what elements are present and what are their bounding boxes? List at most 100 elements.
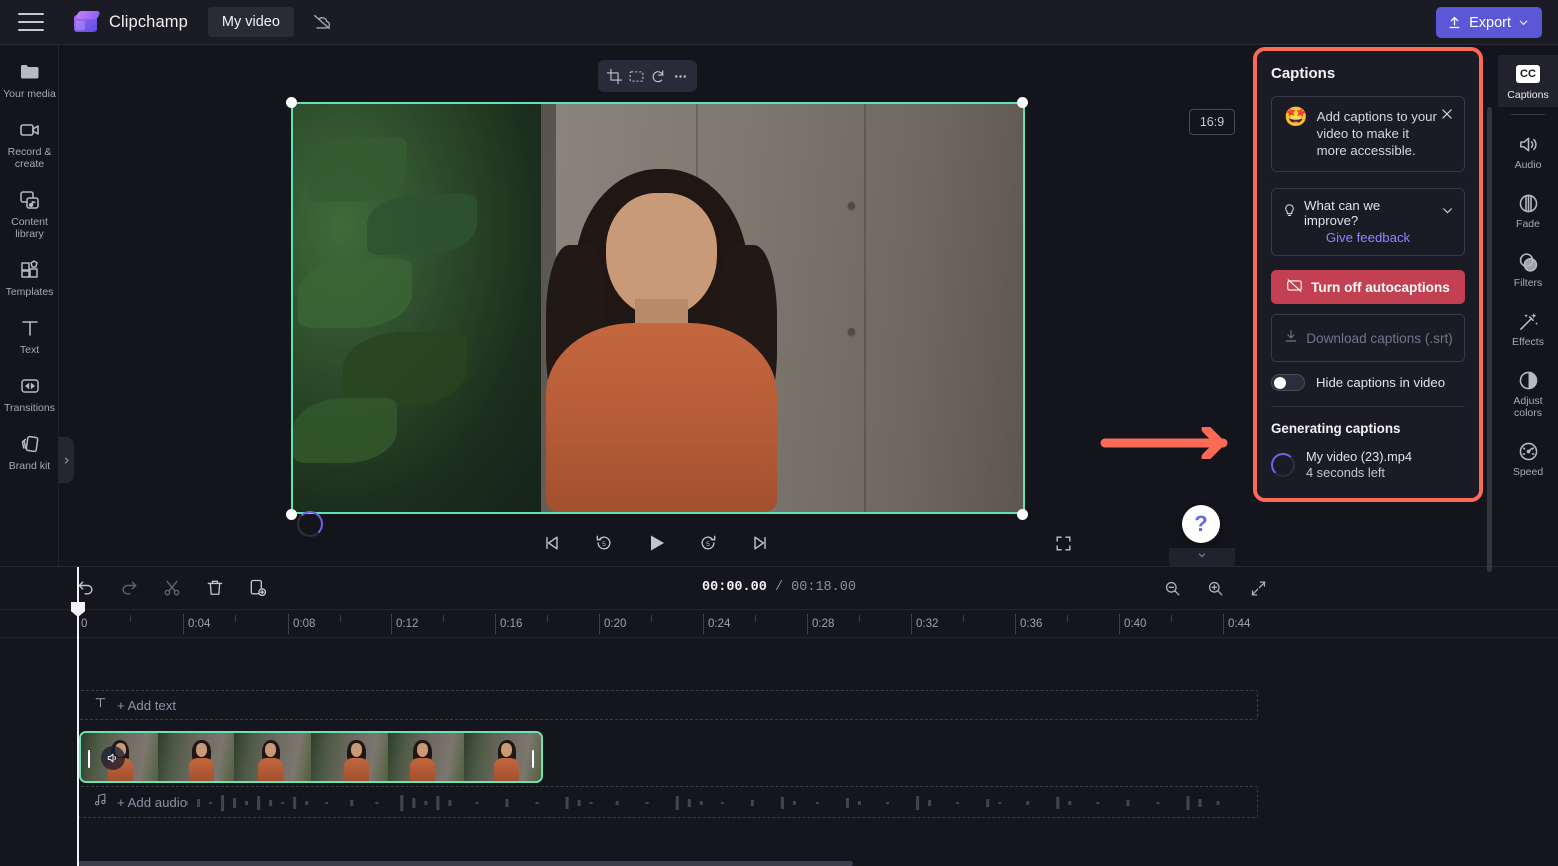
sidebar-item-your-media[interactable]: Your media [0, 53, 59, 106]
give-feedback-link[interactable]: Give feedback [1282, 230, 1454, 245]
turn-off-autocaptions-button[interactable]: Turn off autocaptions [1271, 270, 1465, 304]
sidebar-item-effects[interactable]: Effects [1498, 302, 1558, 354]
toggle-switch[interactable] [1271, 374, 1305, 391]
sidebar-label: Effects [1512, 336, 1544, 348]
turn-off-label: Turn off autocaptions [1311, 279, 1450, 295]
sidebar-item-content-library[interactable]: Content library [0, 181, 59, 246]
video-preview-frame[interactable] [291, 102, 1025, 514]
video-camera-icon [18, 118, 42, 142]
hide-captions-toggle[interactable]: Hide captions in video [1271, 374, 1465, 391]
folder-icon [18, 60, 42, 84]
video-clip[interactable] [79, 731, 543, 783]
project-title-field[interactable]: My video [207, 7, 294, 37]
resize-handle-bottom-left[interactable] [286, 509, 297, 520]
chevron-down-icon[interactable] [1441, 204, 1454, 222]
hamburger-icon[interactable] [18, 13, 44, 31]
loading-spinner-icon [1271, 453, 1295, 477]
templates-icon [18, 258, 42, 282]
panel-title: Captions [1271, 65, 1336, 82]
speedometer-icon [1516, 439, 1540, 463]
play-icon[interactable] [643, 530, 669, 556]
skip-previous-icon[interactable] [539, 530, 565, 556]
sidebar-item-audio[interactable]: Audio [1498, 125, 1558, 177]
clipchamp-logo-icon [74, 11, 101, 33]
rewind-5-icon[interactable]: 5 [591, 530, 617, 556]
timeline-horizontal-scrollbar[interactable] [78, 861, 853, 866]
sidebar-item-speed[interactable]: Speed [1498, 432, 1558, 484]
generating-captions-heading: Generating captions [1271, 421, 1401, 436]
chevron-down-icon [1519, 20, 1528, 26]
timeline-toolbar: 00:00.00 / 00:18.00 [0, 567, 1558, 610]
brand: Clipchamp [74, 11, 188, 33]
help-button[interactable]: ? [1182, 505, 1220, 543]
panel-divider [1271, 406, 1465, 407]
sidebar-label: Transitions [4, 402, 55, 414]
export-label: Export [1469, 14, 1511, 31]
more-options-icon[interactable] [670, 66, 690, 86]
playhead[interactable] [71, 567, 85, 866]
svg-text:5: 5 [706, 541, 710, 548]
captions-panel: Captions 🤩 Add captions to your video to… [1257, 51, 1479, 498]
download-captions-button[interactable]: Download captions (.srt) [1271, 314, 1465, 362]
sidebar-item-templates[interactable]: Templates [0, 251, 59, 304]
sidebar-label: Brand kit [8, 460, 51, 472]
clip-trim-handle-right[interactable] [529, 749, 537, 769]
sidebar-label: Content library [11, 216, 48, 240]
sidebar-item-brand-kit[interactable]: Brand kit [0, 425, 59, 478]
cc-icon: CC [1516, 62, 1540, 86]
sidebar-item-record-create[interactable]: Record & create [0, 111, 59, 176]
sidebar-item-transitions[interactable]: Transitions [0, 367, 59, 420]
sidebar-expand-toggle[interactable] [59, 437, 74, 483]
clip-thumbnails [81, 733, 541, 781]
sidebar-item-fade[interactable]: Fade [1498, 184, 1558, 236]
skip-next-icon[interactable] [747, 530, 773, 556]
rail-divider [1511, 114, 1545, 115]
sidebar-label: Text [19, 344, 40, 356]
chevron-right-icon [64, 456, 69, 464]
sidebar-item-filters[interactable]: Filters [1498, 243, 1558, 295]
tip-text: Add captions to your video to make it mo… [1316, 109, 1437, 158]
sidebar-item-text[interactable]: Text [0, 309, 59, 362]
zoom-out-icon[interactable] [1160, 576, 1184, 600]
rotate-icon[interactable] [648, 66, 668, 86]
fit-fill-icon[interactable] [627, 66, 647, 86]
clip-trim-handle-left[interactable] [85, 749, 93, 769]
add-text-label: + Add text [117, 697, 177, 713]
cloud-off-icon[interactable] [306, 7, 338, 37]
sidebar-item-captions[interactable]: CC Captions [1498, 55, 1558, 107]
sidebar-item-adjust-colors[interactable]: Adjust colors [1498, 361, 1558, 425]
resize-handle-top-left[interactable] [286, 97, 297, 108]
svg-text:5: 5 [602, 541, 606, 548]
zoom-in-icon[interactable] [1203, 576, 1227, 600]
add-text-track[interactable]: + Add text [78, 690, 1258, 720]
sidebar-label: Filters [1513, 277, 1543, 289]
crop-icon[interactable] [605, 66, 625, 86]
export-button[interactable]: Export [1436, 7, 1542, 38]
time-display: 00:00.00 / 00:18.00 [0, 580, 1558, 595]
close-icon[interactable] [1438, 105, 1456, 123]
aspect-ratio-button[interactable]: 16:9 [1189, 109, 1235, 135]
resize-handle-top-right[interactable] [1017, 97, 1028, 108]
sidebar-label: Fade [1516, 218, 1540, 230]
forward-5-icon[interactable]: 5 [695, 530, 721, 556]
add-audio-track[interactable]: + Add audio [78, 786, 1258, 818]
sidebar-label: Captions [1507, 89, 1549, 101]
timeline-ruler[interactable]: 0 0:04 0:08 0:12 0:16 0:20 0:24 0:28 0:3… [0, 610, 1558, 638]
lightbulb-icon [1282, 203, 1297, 223]
panel-vertical-scrollbar[interactable] [1487, 107, 1492, 572]
resize-handle-bottom-right[interactable] [1017, 509, 1028, 520]
playback-controls: 5 5 [59, 520, 1253, 566]
sidebar-label: Your media [3, 88, 56, 100]
fit-timeline-icon[interactable] [1246, 576, 1270, 600]
brand-name: Clipchamp [109, 12, 188, 31]
fade-icon [1516, 191, 1540, 215]
clip-audio-icon[interactable] [101, 746, 125, 770]
sidebar-label: Templates [5, 286, 54, 298]
total-time: 00:18.00 [791, 580, 856, 595]
music-note-icon [93, 792, 108, 812]
timeline-tracks: + Add text + Add audio [0, 638, 1558, 866]
feedback-card[interactable]: What can we improve? Give feedback [1271, 188, 1465, 256]
app-header: Clipchamp My video Export [0, 0, 1558, 45]
fullscreen-icon[interactable] [1051, 531, 1075, 555]
transitions-icon [18, 374, 42, 398]
